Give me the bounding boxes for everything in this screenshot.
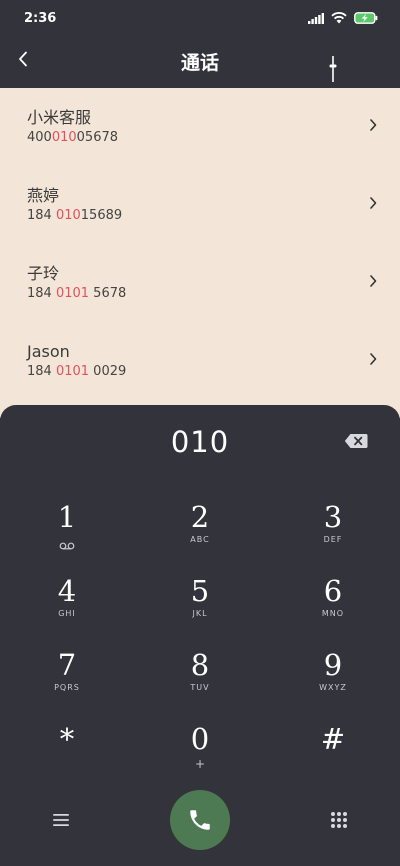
wifi-icon [331,12,347,24]
chevron-right-icon [370,353,377,365]
dial-key-2[interactable]: 2 ABC [155,501,245,563]
key-letters: JKL [192,609,208,618]
key-digit: 8 [190,648,210,682]
dial-key-8[interactable]: 8 TUV [155,649,245,711]
dial-input-row: 010 [0,405,400,477]
status-time: 2:36 [24,10,57,26]
dial-key-star[interactable]: * [22,723,112,785]
dial-key-9[interactable]: 9 WXYZ [288,649,378,711]
dial-key-3[interactable]: 3 DEF [288,501,378,563]
dial-key-7[interactable]: 7 PQRS [22,649,112,711]
dialpad: 010 1 2 ABC 3 DEF 4 GHI 5 JKL 6 MNO 7 PQ… [0,405,400,866]
keypad-grid-icon[interactable] [330,811,348,829]
page-title: 通话 [180,52,219,74]
number-match: 010 [51,130,77,145]
result-name: 小米客服 [27,108,92,127]
dialpad-bottom-row [0,790,400,860]
number-match: 010 [55,208,81,223]
result-number: 40001005678 [27,130,400,146]
result-number: 184 0101 5678 [27,286,400,302]
key-digit: 2 [190,500,210,534]
dial-key-hash[interactable]: # [288,723,378,785]
key-digit: 4 [57,574,77,608]
dial-input[interactable]: 010 [0,425,400,459]
result-name: 燕婷 [27,186,60,205]
status-icons [308,12,378,24]
call-button[interactable] [170,790,230,850]
menu-icon[interactable] [52,812,70,828]
chevron-right-icon [370,197,377,209]
result-number: 184 0101 0029 [27,364,400,380]
key-digit: # [320,722,346,756]
result-item[interactable]: 小米客服 40001005678 [0,88,400,166]
number-match: 0101 [55,286,90,301]
key-digit: 1 [57,500,77,534]
status-bar: 2:36 [0,0,400,36]
chevron-right-icon [370,119,377,131]
key-letters: MNO [321,609,345,618]
number-suffix: 15689 [80,208,123,223]
voicemail-icon [22,535,112,550]
number-suffix: 0029 [89,364,127,379]
signal-icon [308,12,324,24]
result-item[interactable]: 燕婷 184 01015689 [0,166,400,244]
key-letters: + [194,757,206,771]
dial-key-0[interactable]: 0 + [155,723,245,785]
key-letters: ABC [190,535,210,544]
key-letters: WXYZ [319,683,347,692]
key-digit: 0 [190,722,210,756]
key-letters: TUV [190,683,210,692]
result-name: 子玲 [27,264,60,283]
key-digit: 9 [323,648,343,682]
battery-charging-icon [354,12,378,24]
key-letters: GHI [58,609,76,618]
result-item[interactable]: 子玲 184 0101 5678 [0,244,400,322]
number-suffix: 5678 [89,286,127,301]
key-digit: 6 [323,574,343,608]
backspace-icon[interactable] [344,433,368,449]
number-prefix: 184 [27,364,56,379]
result-item[interactable]: Jason 184 0101 0029 [0,322,400,400]
number-match: 0101 [55,364,90,379]
number-suffix: 05678 [76,130,119,145]
phone-icon [190,810,210,830]
key-digit: 3 [323,500,343,534]
chevron-right-icon [370,275,377,287]
dial-key-4[interactable]: 4 GHI [22,575,112,637]
dial-key-6[interactable]: 6 MNO [288,575,378,637]
dial-key-5[interactable]: 5 JKL [155,575,245,637]
search-results-list: 小米客服 40001005678 燕婷 184 01015689 子玲 184 … [0,88,400,418]
key-letters: PQRS [54,683,80,692]
key-digit: 5 [190,574,210,608]
number-prefix: 184 [27,286,56,301]
number-prefix: 400 [27,130,52,145]
result-number: 184 01015689 [27,208,400,224]
key-digit: 7 [57,648,77,682]
dial-key-1[interactable]: 1 [22,501,112,563]
result-name: Jason [27,342,70,361]
header: 通话 [0,36,400,88]
key-letters: DEF [323,535,343,544]
number-prefix: 184 [27,208,56,223]
slider-icon[interactable] [326,54,340,84]
key-digit: * [59,722,75,756]
